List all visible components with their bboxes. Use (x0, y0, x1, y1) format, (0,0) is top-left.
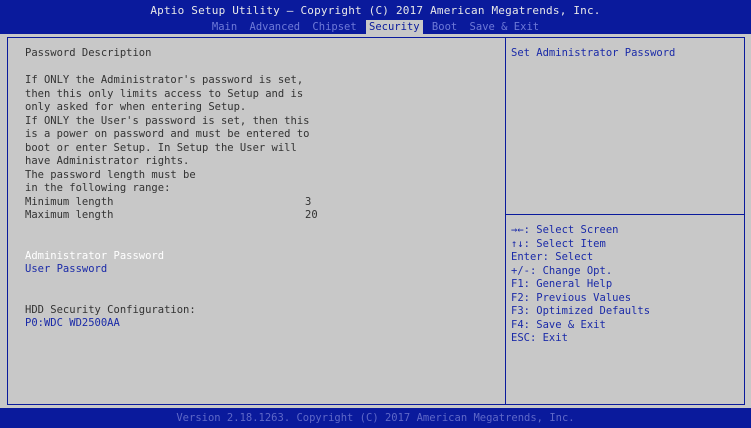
hdd-device-item[interactable]: P0:WDC WD2500AA (25, 317, 495, 331)
description-line: The password length must be (25, 168, 196, 181)
hdd-security-heading: HDD Security Configuration: (25, 303, 196, 316)
min-length-value: 3 (305, 195, 312, 208)
key-f2: F2: Previous Values (511, 291, 632, 304)
tab-boot[interactable]: Boot (429, 20, 460, 34)
key-f1: F1: General Help (511, 278, 613, 290)
description-line: have Administrator rights. (25, 155, 190, 167)
tab-main[interactable]: Main (209, 20, 240, 34)
help-divider (506, 214, 745, 215)
description-line: then this only limits access to Setup an… (25, 87, 304, 100)
main-panel: Password Description If ONLY the Adminis… (0, 34, 751, 408)
max-length-label: Maximum length (25, 209, 114, 221)
min-length-row: Minimum length 3 (25, 196, 495, 210)
key-select-screen: →←: Select Screen (511, 224, 619, 236)
min-length-label: Minimum length (25, 195, 114, 208)
administrator-password-item[interactable]: Administrator Password (25, 250, 495, 264)
key-esc: ESC: Exit (511, 332, 568, 344)
key-select-item: ↑↓: Select Item (511, 237, 606, 250)
user-password-item[interactable]: User Password (25, 263, 495, 277)
footer-version: Version 2.18.1263. Copyright (C) 2017 Am… (0, 408, 751, 428)
key-change-opt: +/-: Change Opt. (511, 264, 613, 277)
tab-save-exit[interactable]: Save & Exit (467, 20, 543, 34)
tab-security[interactable]: Security (366, 20, 423, 34)
description-line: only asked for when entering Setup. (25, 101, 247, 113)
key-f4: F4: Save & Exit (511, 318, 606, 331)
description-line: boot or enter Setup. In Setup the User w… (25, 141, 297, 154)
bios-header: Aptio Setup Utility – Copyright (C) 2017… (0, 0, 751, 36)
description-heading: Password Description (25, 47, 152, 59)
description-line: in the following range: (25, 182, 171, 194)
description-line: If ONLY the Administrator's password is … (25, 74, 304, 86)
vertical-divider (505, 37, 506, 405)
help-text: Set Administrator Password (511, 47, 676, 59)
key-enter: Enter: Select (511, 251, 594, 263)
key-legend: →←: Select Screen ↑↓: Select Item Enter:… (511, 224, 650, 346)
max-length-row: Maximum length 20 (25, 209, 495, 223)
description-line: is a power on password and must be enter… (25, 128, 310, 140)
tab-advanced[interactable]: Advanced (247, 20, 304, 34)
tab-bar: Main Advanced Chipset Security Boot Save… (0, 20, 751, 34)
key-f3: F3: Optimized Defaults (511, 305, 651, 317)
max-length-value: 20 (305, 209, 318, 221)
description-line: If ONLY the User's password is set, then… (25, 114, 310, 127)
settings-pane: Password Description If ONLY the Adminis… (25, 47, 495, 331)
bios-title: Aptio Setup Utility – Copyright (C) 2017… (150, 4, 601, 17)
tab-chipset[interactable]: Chipset (309, 20, 359, 34)
